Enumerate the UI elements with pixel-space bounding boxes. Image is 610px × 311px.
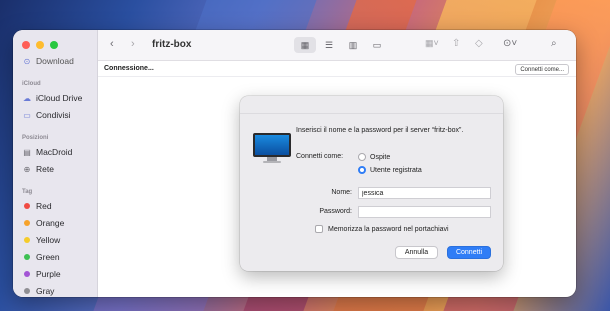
cloud-icon: ☁ — [23, 93, 31, 103]
column-view-button[interactable]: ▥ — [342, 37, 364, 53]
sidebar-item-label: Gray — [36, 286, 55, 296]
tag-color-dot — [24, 237, 30, 243]
sidebar-item-label: Red — [36, 201, 52, 211]
cancel-button[interactable]: Annulla — [395, 246, 438, 259]
more-actions-button[interactable]: ⊙˅ — [503, 38, 517, 49]
download-icon: ⊙ — [23, 56, 31, 66]
window-title: fritz-box — [152, 39, 192, 50]
connect-as-label: Connetti come: — [296, 153, 344, 160]
close-window-button[interactable] — [22, 41, 30, 49]
minimize-window-button[interactable] — [36, 41, 44, 49]
sidebar-item-label: MacDroid — [36, 147, 73, 157]
radio-registered-user[interactable]: Utente registrata — [358, 166, 422, 174]
remember-password-row[interactable]: Memorizza la password nel portachiavi — [315, 225, 449, 233]
sidebar-item-label: Purple — [36, 269, 61, 279]
sidebar-tag-gray[interactable]: Gray — [22, 286, 54, 296]
forward-button[interactable]: › — [131, 38, 135, 50]
connection-status: Connessione... — [104, 65, 154, 72]
back-button[interactable]: ‹ — [110, 38, 114, 50]
name-field[interactable] — [358, 187, 491, 199]
sidebar-tag-green[interactable]: Green — [22, 252, 60, 262]
view-mode-group: ▦ ☰ ▥ ▭ — [294, 37, 388, 53]
group-by-button[interactable]: ▦˅ — [425, 38, 439, 49]
network-icon: ⊕ — [23, 164, 31, 174]
sidebar-tag-orange[interactable]: Orange — [22, 218, 64, 228]
icon-view-button[interactable]: ▦ — [294, 37, 316, 53]
sidebar-tag-red[interactable]: Red — [22, 201, 52, 211]
dialog-prompt: Inserisci il nome e la password per il s… — [296, 127, 464, 134]
drive-icon: ▤ — [23, 147, 31, 157]
search-icon[interactable]: ⌕ — [551, 38, 557, 49]
sidebar-tag-yellow[interactable]: Yellow — [22, 235, 60, 245]
tag-icon[interactable]: ◇ — [475, 38, 483, 49]
sidebar-section-locations: Posizioni — [22, 135, 49, 141]
sidebar-item-label: Condivisi — [36, 110, 71, 120]
sidebar-section-icloud: iCloud — [22, 81, 41, 87]
sidebar-item-shared[interactable]: ▭ Condivisi — [22, 110, 71, 120]
gallery-view-button[interactable]: ▭ — [366, 37, 388, 53]
connection-bar: Connessione... Connetti come... — [98, 61, 576, 77]
list-view-button[interactable]: ☰ — [318, 37, 340, 53]
monitor-icon — [253, 133, 291, 163]
remember-password-label: Memorizza la password nel portachiavi — [328, 225, 449, 233]
radio-button[interactable] — [358, 166, 366, 174]
sidebar-item-label: Yellow — [36, 235, 61, 245]
radio-label: Ospite — [370, 153, 391, 161]
sidebar-item-icloud-drive[interactable]: ☁ iCloud Drive — [22, 93, 82, 103]
radio-button[interactable] — [358, 153, 366, 161]
sidebar-tag-purple[interactable]: Purple — [22, 269, 61, 279]
connect-button[interactable]: Connetti — [447, 246, 491, 259]
password-field[interactable] — [358, 206, 491, 218]
radio-label: Utente registrata — [370, 166, 422, 174]
login-dialog: Inserisci il nome e la password per il s… — [240, 96, 503, 271]
sidebar-section-tags: Tag — [22, 189, 33, 195]
sidebar-item-macdroid[interactable]: ▤ MacDroid — [22, 147, 72, 157]
window-controls — [22, 41, 58, 49]
shared-folder-icon: ▭ — [23, 110, 31, 120]
dialog-titlebar — [240, 96, 503, 114]
remember-password-checkbox[interactable] — [315, 225, 323, 233]
toolbar: ‹ › fritz-box ▦ ☰ ▥ ▭ ▦˅ ⇧ ◇ ⊙˅ ⌕ — [98, 30, 576, 61]
tag-color-dot — [24, 254, 30, 260]
tag-color-dot — [24, 203, 30, 209]
sidebar-item-download[interactable]: ⊙ Download — [22, 56, 74, 66]
connect-as-button[interactable]: Connetti come... — [515, 64, 569, 75]
sidebar-item-network[interactable]: ⊕ Rete — [22, 164, 54, 174]
tag-color-dot — [24, 220, 30, 226]
name-label: Nome: — [331, 189, 352, 196]
password-label: Password: — [319, 208, 352, 215]
sidebar-item-label: iCloud Drive — [36, 93, 83, 103]
sidebar-item-label: Orange — [36, 218, 65, 228]
sidebar: ⊙ Download iCloud ☁ iCloud Drive ▭ Condi… — [13, 30, 98, 297]
tag-color-dot — [24, 288, 30, 294]
sidebar-item-label: Green — [36, 252, 60, 262]
tag-color-dot — [24, 271, 30, 277]
sidebar-item-label: Download — [36, 56, 74, 66]
radio-guest[interactable]: Ospite — [358, 153, 390, 161]
share-icon[interactable]: ⇧ — [452, 38, 460, 49]
sidebar-item-label: Rete — [36, 164, 54, 174]
zoom-window-button[interactable] — [50, 41, 58, 49]
